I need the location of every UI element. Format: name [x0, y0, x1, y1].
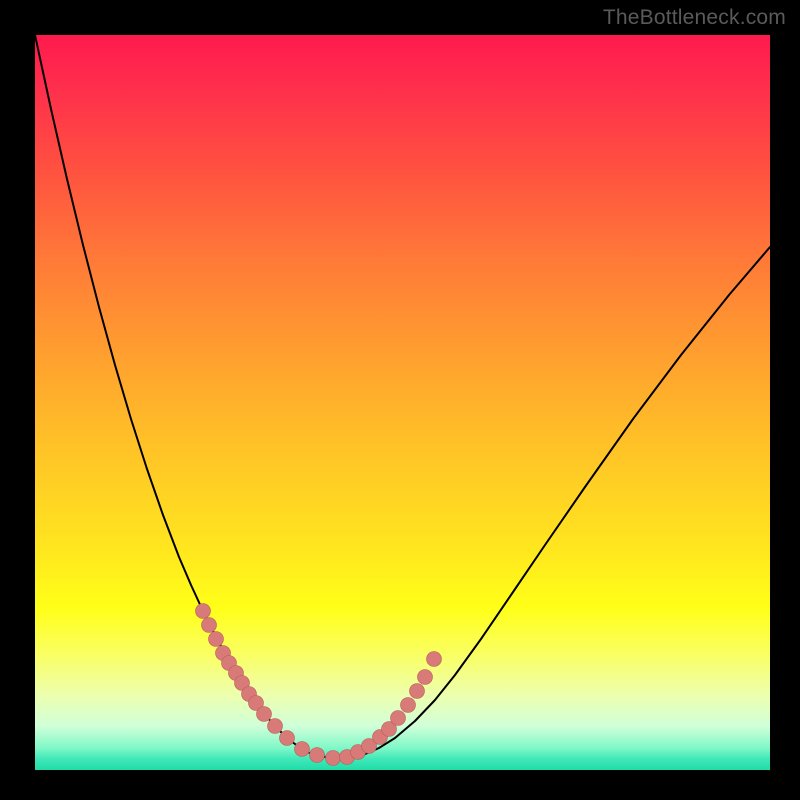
watermark-text: TheBottleneck.com: [603, 6, 786, 30]
chart-gradient-background: [35, 35, 770, 770]
